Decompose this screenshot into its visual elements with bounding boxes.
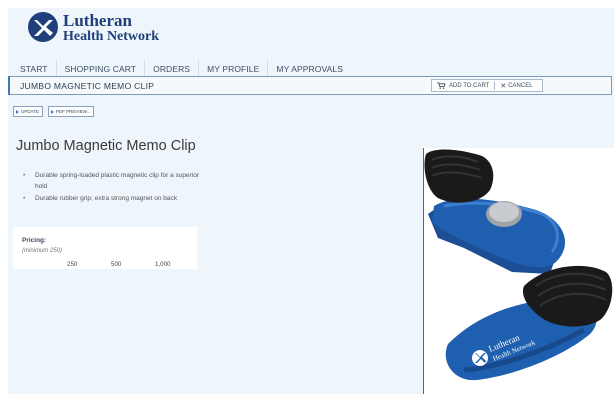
logo-mark-icon <box>28 12 58 42</box>
logo-text-line2: Health Network <box>63 29 160 44</box>
update-button[interactable]: UPDATE <box>13 106 43 117</box>
nav-shopping-cart[interactable]: SHOPPING CART <box>57 60 146 77</box>
pdf-preview-label: PDF PREVIEW... <box>55 109 91 114</box>
action-buttons: UPDATE PDF PREVIEW... <box>13 106 95 117</box>
pricing-qty-250: 250 <box>67 261 78 268</box>
pricing-qty-500: 500 <box>111 261 122 268</box>
pricing-label: Pricing: <box>22 237 47 244</box>
product-features: Durable spring-loaded plastic magnetic c… <box>22 171 202 207</box>
arrow-right-icon <box>16 109 19 114</box>
close-icon: ✕ <box>500 82 507 90</box>
pricing-box: Pricing: (minimum 250) 250 500 1,000 <box>13 227 197 269</box>
title-bar-accent <box>8 76 10 95</box>
lutheran-logo[interactable]: Lutheran Health Network <box>27 11 167 47</box>
nav-start[interactable]: START <box>12 60 57 77</box>
pricing-minimum: (minimum 250) <box>22 248 63 254</box>
cancel-button[interactable]: ✕ CANCEL <box>495 82 537 90</box>
feature-item: Durable rubber grip; extra strong magnet… <box>22 194 202 205</box>
logo-text-line1: Lutheran <box>63 11 132 30</box>
product-title: Jumbo Magnetic Memo Clip <box>16 138 196 154</box>
add-to-cart-label: ADD TO CART <box>449 82 490 89</box>
cart-icon <box>437 82 446 89</box>
nav-my-approvals[interactable]: MY APPROVALS <box>268 60 351 77</box>
nav-my-profile[interactable]: MY PROFILE <box>199 60 269 77</box>
memo-clip-illustration: Lutheran Health Network <box>424 149 613 381</box>
title-bar-actions: ADD TO CART ✕ CANCEL <box>431 79 543 92</box>
clip-back-view <box>424 149 566 274</box>
pricing-qty-1000: 1,000 <box>155 261 171 268</box>
pdf-preview-button[interactable]: PDF PREVIEW... <box>47 106 95 117</box>
clip-front-view: Lutheran Health Network <box>445 265 613 381</box>
update-label: UPDATE <box>21 109 39 114</box>
product-image: Lutheran Health Network <box>424 148 614 394</box>
add-to-cart-button[interactable]: ADD TO CART <box>432 82 494 89</box>
arrow-right-icon <box>50 109 54 114</box>
page-title: JUMBO MAGNETIC MEMO CLIP <box>20 81 155 91</box>
cancel-label: CANCEL <box>508 82 533 89</box>
nav-orders[interactable]: ORDERS <box>145 60 200 77</box>
main-nav: START SHOPPING CART ORDERS MY PROFILE MY… <box>12 60 351 77</box>
feature-item: Durable spring-loaded plastic magnetic c… <box>22 171 202 192</box>
